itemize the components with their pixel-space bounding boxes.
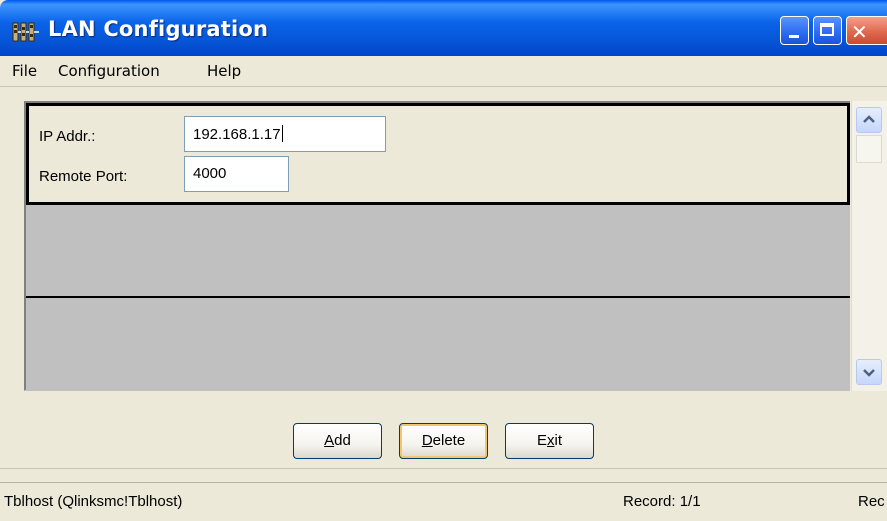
add-mnemonic: A: [324, 432, 335, 449]
maximize-button[interactable]: [813, 16, 842, 45]
delete-label-rest: elete: [432, 432, 466, 449]
lan-configuration-window: LAN Configuration ✕ File Configuration H…: [0, 0, 887, 521]
status-truncated: Rec: [858, 493, 885, 510]
exit-label-pre: E: [536, 432, 547, 449]
minimize-icon: [789, 35, 799, 38]
current-record[interactable]: IP Addr.: 192.168.1.17 Remote Port: 4000: [26, 103, 850, 205]
status-table-name: Tblhost (Qlinksmc!Tblhost): [4, 493, 183, 510]
scroll-down-button[interactable]: [856, 359, 882, 385]
menu-bar: File Configuration Help: [0, 56, 887, 87]
status-bar: Tblhost (Qlinksmc!Tblhost) Record: 1/1 R…: [0, 482, 887, 521]
remote-port-field[interactable]: 4000: [184, 156, 289, 192]
status-record-count: Record: 1/1: [623, 493, 701, 510]
ip-address-field[interactable]: 192.168.1.17: [184, 116, 386, 152]
delete-mnemonic: D: [421, 432, 433, 449]
add-label-rest: dd: [334, 432, 351, 449]
ip-address-value: 192.168.1.17: [193, 126, 281, 143]
close-button[interactable]: ✕: [846, 16, 887, 45]
chevron-up-icon: [863, 115, 875, 123]
network-app-icon: [12, 22, 39, 42]
add-button[interactable]: Add: [293, 423, 382, 459]
chevron-down-icon: [863, 369, 875, 377]
new-record-row[interactable]: [26, 205, 850, 298]
empty-record-row: [26, 298, 850, 391]
scroll-thumb[interactable]: [856, 135, 882, 163]
close-icon: ✕: [851, 20, 868, 44]
exit-mnemonic: x: [547, 432, 555, 449]
menu-configuration[interactable]: Configuration: [58, 62, 160, 80]
records-form: IP Addr.: 192.168.1.17 Remote Port: 4000: [24, 101, 850, 391]
menu-file[interactable]: File: [12, 62, 37, 80]
delete-button[interactable]: Delete: [399, 423, 488, 459]
vertical-scrollbar[interactable]: [851, 101, 887, 391]
text-caret: [281, 125, 283, 142]
separator: [0, 468, 887, 469]
scroll-up-button[interactable]: [856, 107, 882, 133]
maximize-icon: [820, 23, 834, 36]
ip-address-label: IP Addr.:: [39, 128, 96, 145]
title-bar[interactable]: LAN Configuration ✕: [0, 0, 887, 56]
remote-port-label: Remote Port:: [39, 168, 128, 185]
minimize-button[interactable]: [780, 16, 809, 45]
window-title: LAN Configuration: [48, 17, 269, 41]
remote-port-value: 4000: [193, 165, 227, 182]
exit-button[interactable]: Exit: [505, 423, 594, 459]
menu-help[interactable]: Help: [207, 62, 241, 80]
exit-label-rest: it: [554, 432, 563, 449]
